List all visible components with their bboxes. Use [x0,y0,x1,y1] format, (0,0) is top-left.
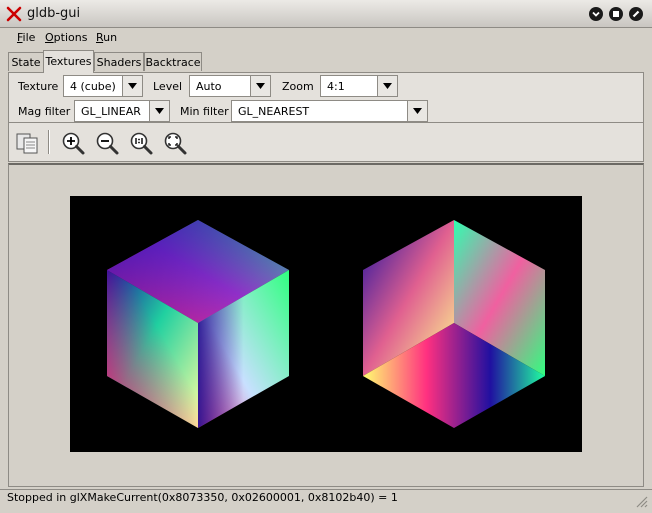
level-select[interactable]: Auto [189,75,271,97]
chevron-down-icon [149,101,169,121]
texture-canvas[interactable] [70,196,582,452]
mag-filter-value: GL_LINEAR [81,105,141,118]
close-button[interactable] [629,7,643,21]
zoom-select[interactable]: 4:1 [320,75,398,97]
min-filter-value: GL_NEAREST [238,105,310,118]
zoom-fit-icon [164,132,187,155]
zoom-1to1-icon [130,132,153,155]
zoom-original-button[interactable] [128,130,154,156]
square-icon [613,11,619,17]
maximize-button[interactable] [609,7,623,21]
toolbar-separator [48,130,50,154]
status-text: Stopped in glXMakeCurrent(0x8073350, 0x0… [7,491,398,504]
min-filter-select[interactable]: GL_NEAREST [231,100,428,122]
zoom-value: 4:1 [327,80,345,93]
resize-grip-icon[interactable] [634,494,648,508]
chevron-down-icon [377,76,397,96]
app-x-icon [6,6,22,22]
texture-value: 4 (cube) [70,80,116,93]
menu-file[interactable]: File [17,31,35,44]
zoom-in-button[interactable] [60,130,86,156]
tab-state[interactable]: State [8,52,44,71]
zoom-out-icon [96,132,119,155]
tab-backtrace[interactable]: Backtrace [144,52,202,71]
chevron-down-icon [250,76,270,96]
copy-button[interactable] [15,130,41,156]
minimize-button[interactable] [589,7,603,21]
window-title: gldb-gui [27,6,81,21]
mag-filter-select[interactable]: GL_LINEAR [74,100,170,122]
title-bar[interactable] [0,0,652,28]
texture-select[interactable]: 4 (cube) [63,75,143,97]
texture-label: Texture [18,80,59,93]
level-value: Auto [196,80,222,93]
zoom-in-icon [62,132,85,155]
menu-options[interactable]: Options [45,31,87,44]
cube-texture-image [107,220,545,428]
mag-filter-label: Mag filter [18,105,71,118]
chevron-down-icon [407,101,427,121]
menu-run[interactable]: Run [96,31,117,44]
chevron-down-icon [592,11,600,17]
close-icon [632,10,640,18]
zoom-out-button[interactable] [94,130,120,156]
level-label: Level [153,80,183,93]
zoom-label: Zoom [282,80,314,93]
min-filter-label: Min filter [180,105,229,118]
toolbar-divider [9,122,643,123]
chevron-down-icon [122,76,142,96]
zoom-fit-button[interactable] [162,130,188,156]
copy-icon [16,133,38,154]
tab-textures[interactable]: Textures [43,50,94,73]
tab-shaders[interactable]: Shaders [94,52,144,71]
